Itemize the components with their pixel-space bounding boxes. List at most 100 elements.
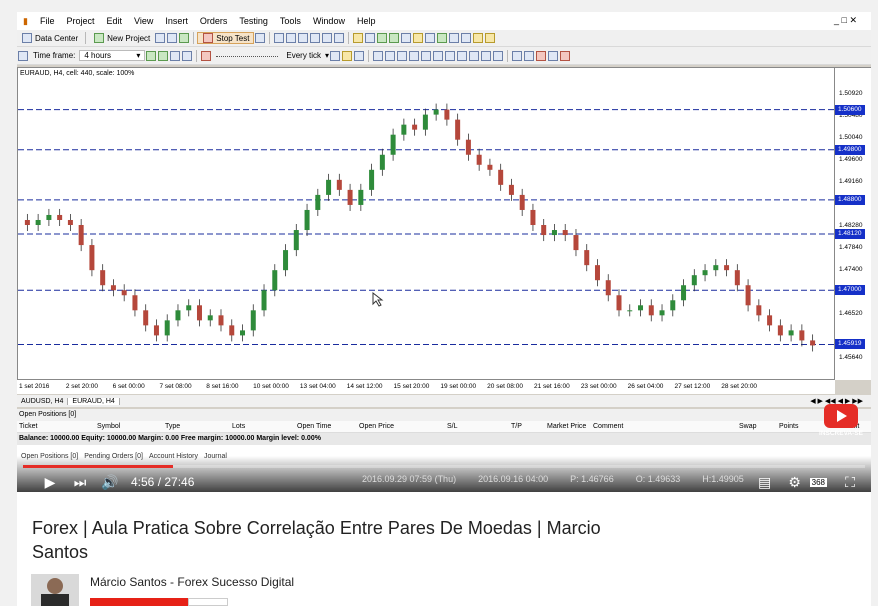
text-icon[interactable] (457, 50, 468, 61)
channel-icon[interactable] (445, 50, 456, 61)
timeframe-select[interactable]: 4 hours ▾ (79, 50, 146, 61)
y-tick-label: 1.49600 (839, 155, 863, 163)
window-controls[interactable]: _ □ ✕ (834, 15, 857, 26)
col-symbol[interactable]: Symbol (97, 421, 120, 433)
col-open-time[interactable]: Open Time (297, 421, 331, 433)
highlight-icon[interactable] (485, 33, 496, 43)
print-icon[interactable] (322, 33, 333, 43)
grid-icon[interactable] (401, 33, 412, 43)
menu-testing[interactable]: Testing (233, 16, 274, 26)
paste-icon[interactable] (310, 33, 321, 43)
channel-name[interactable]: Márcio Santos - Forex Sucesso Digital (90, 575, 294, 589)
col-points[interactable]: Points (779, 421, 798, 433)
menu-project[interactable]: Project (60, 16, 100, 26)
autoscroll-icon[interactable] (413, 33, 424, 43)
speed-icon[interactable] (182, 50, 193, 61)
new-project-button[interactable]: New Project (89, 33, 154, 43)
horizontal-line-icon[interactable] (409, 50, 420, 61)
bars-icon[interactable] (330, 50, 341, 61)
col-open-price[interactable]: Open Price (359, 421, 394, 433)
menu-tools[interactable]: Tools (274, 16, 307, 26)
candle-body (648, 305, 654, 316)
col-swap[interactable]: Swap (739, 421, 757, 433)
chart-window-icon[interactable] (365, 33, 376, 43)
subscribe-badge[interactable]: INSCREVA-SE (818, 402, 864, 438)
menu-help[interactable]: Help (351, 16, 382, 26)
col-market-price[interactable]: Market Price (547, 421, 586, 433)
arrow-up-icon[interactable] (146, 50, 157, 61)
tab-euraud[interactable]: EURAUD, H4 (68, 397, 120, 405)
col-lots[interactable]: Lots (232, 421, 245, 433)
color-icon[interactable] (536, 50, 547, 61)
indicator-icon[interactable] (425, 33, 436, 43)
menu-edit[interactable]: Edit (100, 16, 128, 26)
arrow-down-icon[interactable] (158, 50, 169, 61)
every-tick-select[interactable]: Every tick (282, 51, 325, 60)
expert-icon[interactable] (461, 33, 472, 43)
menu-insert[interactable]: Insert (159, 16, 194, 26)
play-marker-icon[interactable] (201, 50, 212, 61)
line-icon[interactable] (354, 50, 365, 61)
step-icon[interactable] (255, 33, 266, 43)
cursor-icon[interactable] (373, 50, 384, 61)
pencil-icon[interactable] (493, 50, 504, 61)
menu-file[interactable]: File (34, 16, 61, 26)
subscribe-button[interactable] (90, 598, 188, 606)
label-icon[interactable] (481, 50, 492, 61)
menu-view[interactable]: View (128, 16, 159, 26)
doc-icon[interactable] (274, 33, 285, 43)
col-sl[interactable]: S/L (447, 421, 458, 433)
copy-icon[interactable] (298, 33, 309, 43)
trendline-icon[interactable] (421, 50, 432, 61)
list-icon[interactable] (334, 33, 345, 43)
candle-body (132, 295, 138, 311)
shapes-icon[interactable] (548, 50, 559, 61)
col-comment[interactable]: Comment (593, 421, 623, 433)
settings-icon[interactable] (473, 33, 484, 43)
vertical-line-icon[interactable] (397, 50, 408, 61)
angle-line-icon[interactable] (433, 50, 444, 61)
tab-audusd[interactable]: AUDUSD, H4 (17, 397, 69, 405)
crosshair-icon[interactable] (385, 50, 396, 61)
data-center-button[interactable]: Data Center (17, 33, 82, 43)
period-icon[interactable] (437, 33, 448, 43)
subtitles-icon[interactable]: ▤ (750, 474, 780, 491)
refresh-icon[interactable] (179, 33, 190, 43)
pause-icon[interactable] (170, 50, 181, 61)
save-icon[interactable] (167, 33, 178, 43)
time-axis: 1 set 2016 2 set 20:00 6 set 00:00 7 set 08… (17, 380, 835, 394)
remove-objects-icon[interactable] (560, 50, 571, 61)
status-high: H:1.49905 (702, 474, 744, 484)
candlestick-plot (18, 103, 834, 352)
template-icon[interactable] (449, 33, 460, 43)
play-icon[interactable]: ▶ (35, 474, 65, 491)
zoom-in-icon[interactable] (377, 33, 388, 43)
zoom-out-icon[interactable] (389, 33, 400, 43)
fullscreen-icon[interactable]: ⛶ (835, 474, 865, 491)
col-ticket[interactable]: Ticket (19, 421, 37, 433)
pdf-icon[interactable] (286, 33, 297, 43)
candle-body (336, 179, 342, 190)
video-player[interactable]: ▮ File Project Edit View Insert Orders T… (17, 12, 871, 492)
menu-window[interactable]: Window (307, 16, 351, 26)
gear-icon[interactable]: ⚙ (780, 474, 810, 491)
speed-slider[interactable] (216, 54, 279, 57)
col-tp[interactable]: T/P (511, 421, 522, 433)
menu-orders[interactable]: Orders (194, 16, 234, 26)
cut-icon[interactable] (353, 33, 364, 43)
chart-type-icon[interactable] (18, 50, 28, 61)
font-icon[interactable] (512, 50, 523, 61)
fibonacci-icon[interactable] (469, 50, 480, 61)
next-icon[interactable]: ⏭ (65, 474, 95, 491)
candles-icon[interactable] (342, 50, 353, 61)
x-tick-label: 7 set 08:00 (159, 383, 192, 390)
volume-icon[interactable]: 🔊 (95, 474, 125, 491)
open-icon[interactable] (155, 33, 166, 43)
avatar[interactable] (31, 574, 79, 606)
stop-test-button[interactable]: Stop Test (197, 32, 255, 44)
price-chart[interactable]: EURAUD, H4, cell: 440, scale: 100% (17, 67, 835, 380)
candle-body (218, 315, 224, 326)
line-style-icon[interactable] (524, 50, 535, 61)
progress-bar[interactable] (23, 465, 865, 468)
col-type[interactable]: Type (165, 421, 180, 433)
